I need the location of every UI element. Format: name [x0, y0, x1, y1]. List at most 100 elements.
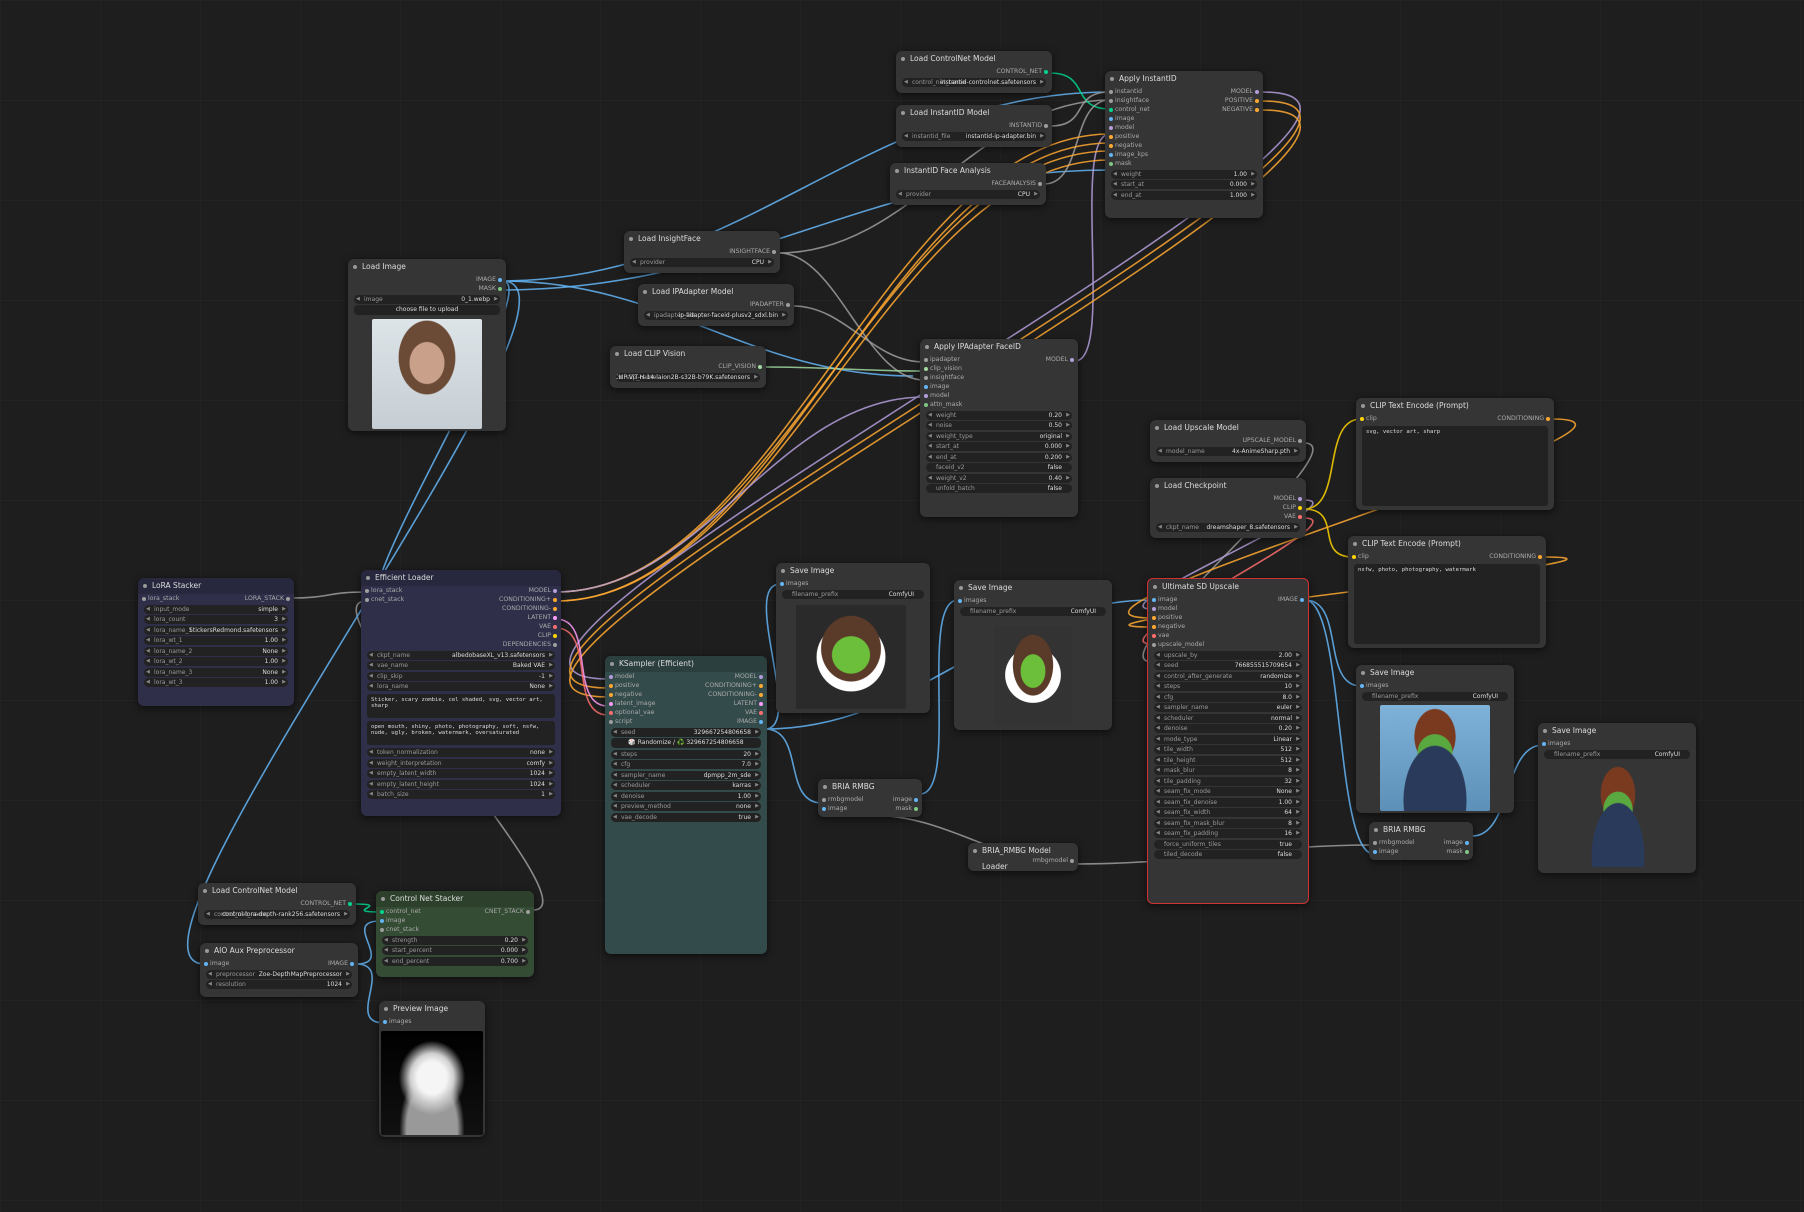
input-slot[interactable]: positive — [1108, 132, 1139, 141]
prompt-textarea[interactable]: svg, vector art, sharp — [1362, 426, 1548, 506]
output-slot[interactable]: IPADAPTER — [750, 300, 791, 309]
bria-rmbg-node[interactable]: BRIA RMBG rmbgmodel image image mask — [1369, 822, 1473, 860]
positive-prompt-textarea[interactable]: Sticker, scary zombie, cel shaded, svg, … — [367, 694, 555, 718]
aio-aux-preprocessor-node[interactable]: AIO Aux Preprocessor image IMAGE preproce… — [200, 943, 358, 997]
widget-clip-skip[interactable]: clip_skip-1 — [367, 671, 555, 681]
widget-resolution[interactable]: resolution1024 — [206, 980, 352, 989]
output-slot[interactable]: VAE — [745, 708, 763, 717]
prompt-textarea[interactable]: nsfw, photo, photography, watermark — [1354, 564, 1540, 644]
output-slot[interactable]: LATENT — [734, 699, 764, 708]
output-slot[interactable]: image — [893, 795, 919, 804]
widget-end-at[interactable]: end_at0.200 — [926, 452, 1072, 462]
toggle-unfold-batch[interactable]: unfold_batch false — [926, 484, 1072, 493]
output-slot[interactable]: CONDITIONING- — [502, 604, 557, 613]
output-slot[interactable]: IMAGE — [328, 959, 354, 968]
widget-vae-decode[interactable]: vae_decodetrue — [611, 812, 761, 822]
load-instantid-model-node[interactable]: Load InstantID Model INSTANTID instantid… — [896, 105, 1052, 147]
widget-provider[interactable]: providerCPU — [896, 189, 1040, 199]
widget-seam-fix-mask-blur[interactable]: seam_fix_mask_blur8 — [1154, 818, 1302, 828]
bria-rmbg-node[interactable]: BRIA RMBG rmbgmodel image image mask — [818, 779, 922, 817]
widget-provider[interactable]: providerCPU — [630, 257, 774, 267]
output-slot[interactable]: LORA_STACK — [245, 594, 291, 603]
widget-lora-wt-3[interactable]: lora_wt_31.00 — [144, 678, 288, 687]
input-slot[interactable]: image — [1108, 114, 1134, 123]
input-slot[interactable]: images — [383, 1017, 412, 1026]
widget-start-at[interactable]: start_at0.000 — [1111, 180, 1257, 189]
input-slot[interactable]: image — [379, 916, 405, 925]
output-slot[interactable]: CLIP_VISION — [718, 362, 762, 371]
input-slot[interactable]: attn_mask — [923, 400, 962, 409]
widget-mode-type[interactable]: mode_typeLinear — [1154, 734, 1302, 744]
output-slot[interactable]: MODEL — [529, 586, 558, 595]
widget-cfg[interactable]: cfg8.0 — [1154, 692, 1302, 702]
ultimate-sd-upscale-node[interactable]: Ultimate SD Upscale image IMAGE model pos… — [1147, 578, 1309, 904]
output-slot[interactable]: MODEL — [1231, 87, 1260, 96]
widget-weight-type[interactable]: weight_typeoriginal — [926, 431, 1072, 441]
widget-seam-fix-mode[interactable]: seam_fix_modeNone — [1154, 787, 1302, 796]
input-slot[interactable]: mask — [1109, 159, 1132, 168]
widget-batch-size[interactable]: batch_size1 — [367, 790, 555, 799]
output-slot[interactable]: POSITIVE — [1225, 96, 1260, 105]
widget-input-mode[interactable]: input_modesimple — [144, 604, 288, 614]
input-slot[interactable]: model — [1108, 123, 1134, 132]
randomize-seed-button[interactable]: 🎲 Randomize / ♻️ 329667254806658 — [611, 738, 761, 748]
input-slot[interactable]: latent_image — [608, 699, 655, 708]
widget-seed[interactable]: seed329667254806658 — [611, 727, 761, 737]
input-slot[interactable]: control_net — [1109, 105, 1150, 114]
input-slot[interactable]: negative — [608, 690, 642, 699]
input-slot[interactable]: insightface — [923, 373, 964, 382]
load-ipadapter-model-node[interactable]: Load IPAdapter Model IPADAPTER ipadapter… — [638, 284, 794, 326]
output-slot[interactable]: NEGATIVE — [1222, 105, 1259, 114]
output-slot[interactable]: CONDITIONING+ — [499, 595, 557, 604]
widget-weight[interactable]: weight1.00 — [1111, 169, 1257, 179]
input-slot[interactable]: image — [821, 804, 847, 813]
input-slot[interactable]: lora_stack — [141, 594, 179, 603]
toggle-force-uniform-tiles[interactable]: force_uniform_tiles true — [1154, 839, 1302, 849]
output-slot[interactable]: CONTROL_NET — [300, 899, 352, 908]
widget-mask-blur[interactable]: mask_blur8 — [1154, 766, 1302, 775]
load-controlnet-model-node[interactable]: Load ControlNet Model CONTROL_NET contro… — [896, 51, 1052, 93]
toggle-tiled-decode[interactable]: tiled_decode false — [1154, 850, 1302, 859]
output-slot[interactable]: MASK — [478, 284, 502, 293]
input-slot[interactable]: vae — [1151, 631, 1169, 640]
output-slot[interactable]: CLIP — [538, 631, 558, 640]
widget-image[interactable]: image0_1.webp — [354, 294, 500, 304]
bria-rmbg-model-loader-node[interactable]: BRIA_RMBG Model Loader rmbgmodel — [968, 843, 1078, 871]
widget-lora-name-2[interactable]: lora_name_2None — [144, 646, 288, 656]
negative-prompt-textarea[interactable]: open mouth, shiny, photo, photography, s… — [367, 721, 555, 745]
output-slot[interactable]: CNET_STACK — [485, 907, 531, 916]
widget-tile-width[interactable]: tile_width512 — [1154, 745, 1302, 754]
output-slot[interactable]: IMAGE — [1278, 595, 1304, 604]
widget-denoise[interactable]: denoise1.00 — [611, 791, 761, 801]
widget-token-normalization[interactable]: token_normalizationnone — [367, 748, 555, 757]
output-slot[interactable]: image — [1444, 838, 1470, 847]
widget-start-percent[interactable]: start_percent0.000 — [382, 946, 528, 955]
input-slot[interactable]: optional_vae — [608, 708, 654, 717]
output-slot[interactable]: CONDITIONING — [1497, 414, 1550, 423]
output-slot[interactable]: FACEANALYSIS — [991, 179, 1042, 188]
input-slot[interactable]: image — [1372, 847, 1398, 856]
widget-lora-name-3[interactable]: lora_name_3None — [144, 667, 288, 677]
output-slot[interactable]: CLIP — [1283, 503, 1303, 512]
widget-filename-prefix[interactable]: filename_prefix ComfyUI — [960, 606, 1106, 616]
load-upscale-model-node[interactable]: Load Upscale Model UPSCALE_MODEL model_n… — [1150, 420, 1306, 462]
widget-tile-height[interactable]: tile_height512 — [1154, 755, 1302, 765]
widget-empty-latent-width[interactable]: empty_latent_width1024 — [367, 769, 555, 778]
widget-weight[interactable]: weight0.20 — [926, 410, 1072, 420]
output-slot[interactable]: DEPENDENCIES — [503, 640, 558, 649]
load-controlnet-model-node[interactable]: Load ControlNet Model CONTROL_NET contro… — [198, 883, 356, 925]
widget-seam-fix-padding[interactable]: seam_fix_padding16 — [1154, 829, 1302, 838]
widget-preprocessor[interactable]: preprocessorZoe-DepthMapPreprocessor — [206, 969, 352, 979]
output-slot[interactable]: UPSCALE_MODEL — [1242, 436, 1302, 445]
widget-steps[interactable]: steps20 — [611, 749, 761, 759]
widget-seed[interactable]: seed766855515709654 — [1154, 661, 1302, 670]
input-slot[interactable]: model — [923, 391, 949, 400]
output-slot[interactable]: MODEL — [735, 672, 764, 681]
widget-instantid-file[interactable]: instantid_fileinstantid-ip-adapter.bin — [902, 131, 1046, 141]
control-net-stacker-node[interactable]: Control Net Stacker control_net CNET_STAC… — [376, 891, 534, 977]
widget-steps[interactable]: steps10 — [1154, 682, 1302, 691]
output-slot[interactable]: mask — [1446, 847, 1469, 856]
input-slot[interactable]: positive — [608, 681, 639, 690]
input-slot[interactable]: positive — [1151, 613, 1182, 622]
widget-sampler-name[interactable]: sampler_namedpmpp_2m_sde — [611, 770, 761, 780]
